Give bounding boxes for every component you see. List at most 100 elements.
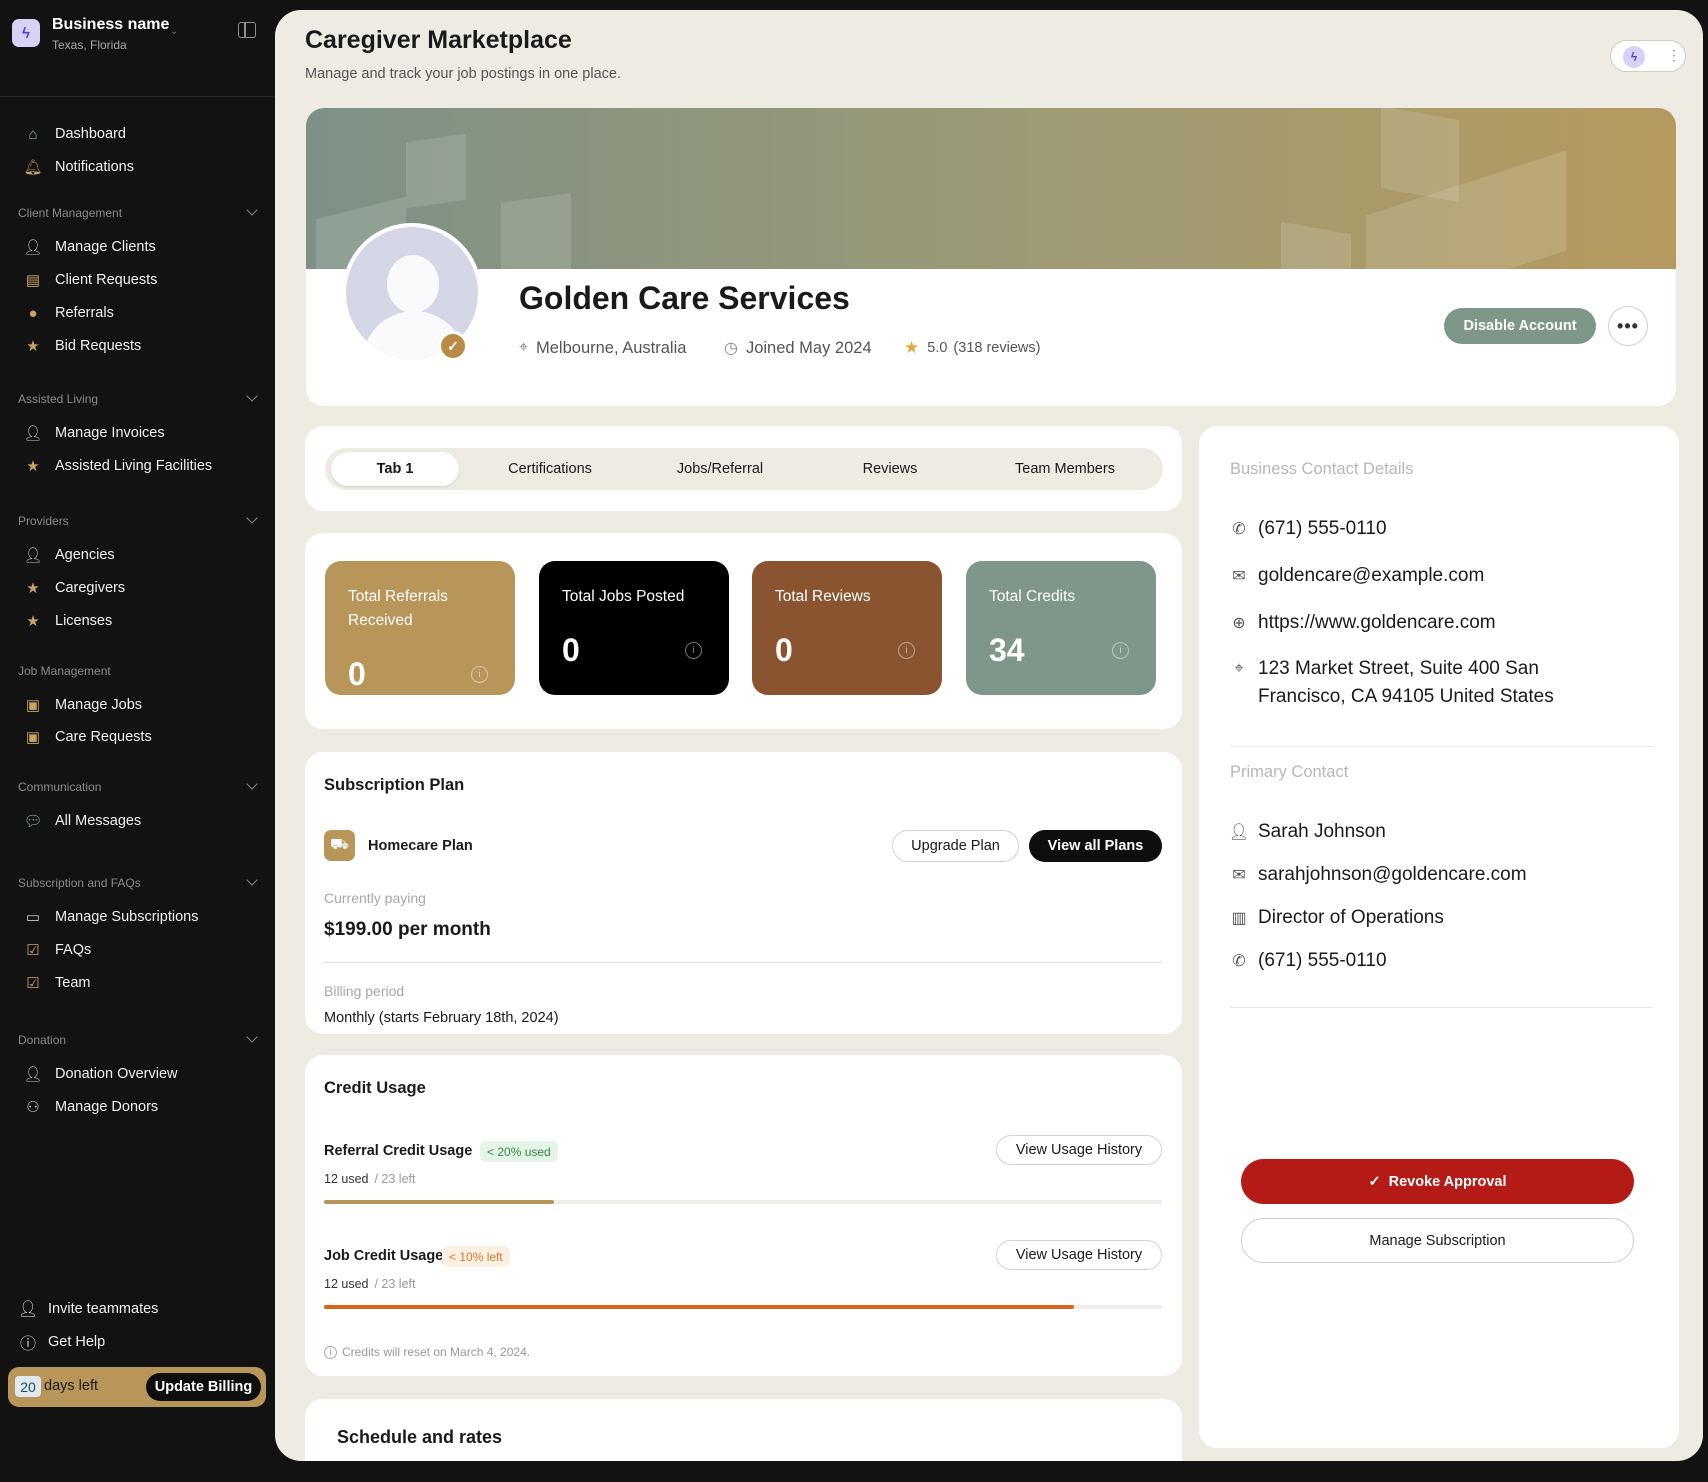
usage-count: 12 used / 23 left: [324, 1277, 415, 1291]
contact-email[interactable]: ✉ sarahjohnson@goldencare.com: [1230, 864, 1526, 886]
sidebar-item-assisted-living-facilities[interactable]: ★ Assisted Living Facilities: [24, 454, 212, 478]
location-text: Melbourne, Australia: [536, 338, 687, 357]
tab-1[interactable]: Tab 1: [331, 452, 459, 486]
sidebar-item-caregivers[interactable]: ★ Caregivers: [24, 576, 125, 600]
disable-account-button[interactable]: Disable Account: [1444, 308, 1596, 344]
sidebar-item-client-requests[interactable]: ▤ Client Requests: [24, 268, 157, 292]
sidebar-item-manage-donors[interactable]: ⚇ Manage Donors: [24, 1095, 158, 1119]
email-text: goldencare@example.com: [1258, 565, 1485, 586]
stat-value: 0: [562, 632, 580, 668]
sidebar-item-label: All Messages: [55, 813, 142, 829]
sidebar-item-label: Manage Donors: [55, 1099, 159, 1115]
referral-credit-label: Referral Credit Usage: [324, 1143, 473, 1159]
view-usage-history-button[interactable]: View Usage History: [996, 1135, 1162, 1165]
section-assisted-living: Assisted Living: [18, 392, 99, 406]
sidebar-item-manage-jobs[interactable]: ▣ Manage Jobs: [24, 693, 142, 717]
map-pin-icon: ⌖: [519, 339, 529, 356]
get-help-link[interactable]: ⓘ Get Help: [18, 1330, 105, 1354]
chevron-down-icon[interactable]: [246, 1031, 258, 1043]
sidebar-item-care-requests[interactable]: ▣ Care Requests: [24, 725, 152, 749]
info-icon[interactable]: i: [685, 642, 702, 659]
website-text: https://www.goldencare.com: [1258, 612, 1496, 633]
chevron-down-icon[interactable]: [246, 204, 258, 216]
business-contact-heading: Business Contact Details: [1230, 460, 1414, 478]
tab-reviews[interactable]: Reviews: [810, 452, 970, 486]
chevron-down-icon[interactable]: [246, 390, 258, 402]
business-email[interactable]: ✉ goldencare@example.com: [1230, 565, 1484, 587]
tab-certifications[interactable]: Certifications: [470, 452, 630, 486]
sidebar-item-label: Manage Clients: [55, 239, 156, 255]
business-website[interactable]: ⊕ https://www.goldencare.com: [1230, 612, 1496, 634]
contact-role: ▥ Director of Operations: [1230, 907, 1443, 929]
sidebar-item-agencies[interactable]: 👤︎ Agencies: [23, 543, 114, 567]
sidebar-item-manage-clients[interactable]: 👤︎ Manage Clients: [23, 235, 156, 259]
business-name: Business name: [52, 16, 170, 33]
current-price: $199.00 per month: [324, 919, 491, 940]
billing-period-label: Billing period: [324, 983, 405, 999]
sidebar-item-label: Manage Subscriptions: [55, 909, 199, 925]
revoke-label: Revoke Approval: [1388, 1173, 1507, 1190]
tabs-card: Tab 1 Certifications Jobs/Referral Revie…: [305, 426, 1182, 511]
sidebar-item-licenses[interactable]: ★ Licenses: [24, 609, 112, 633]
sidebar-item-donation-overview[interactable]: 👤︎ Donation Overview: [23, 1062, 177, 1086]
bell-icon: 🔔︎: [23, 158, 43, 176]
chevron-down-icon[interactable]: [246, 512, 258, 524]
decor-cube: [501, 193, 571, 269]
sidebar-item-bid-requests[interactable]: ★ Bid Requests: [24, 334, 141, 358]
contact-phone-text: (671) 555-0110: [1258, 950, 1387, 971]
usage-badge: < 10% left: [442, 1246, 510, 1267]
sidebar-item-faqs[interactable]: ☑ FAQs: [24, 938, 91, 962]
revoke-approval-button[interactable]: ✓ Revoke Approval: [1241, 1159, 1634, 1204]
view-all-plans-button[interactable]: View all Plans: [1029, 830, 1162, 862]
map-pin-icon: ⌖: [1234, 660, 1244, 677]
contact-phone[interactable]: ✆ (671) 555-0110: [1230, 950, 1387, 972]
contact-name: 👤︎ Sarah Johnson: [1229, 821, 1386, 843]
more-options-button[interactable]: •••: [1608, 306, 1648, 346]
users-icon: 👤︎: [23, 238, 43, 256]
decor-cube: [1281, 221, 1351, 269]
info-icon[interactable]: i: [898, 642, 915, 659]
tab-jobs-referral[interactable]: Jobs/Referral: [640, 452, 800, 486]
business-location: Texas, Florida: [52, 38, 127, 52]
view-usage-history-button[interactable]: View Usage History: [996, 1240, 1162, 1270]
sidebar-item-manage-subscriptions[interactable]: ▭ Manage Subscriptions: [24, 905, 199, 929]
divider: [324, 962, 1162, 963]
stat-total-jobs-posted: Total Jobs Posted 0 i: [539, 561, 729, 695]
stat-value: 0: [775, 632, 793, 668]
sidebar-item-team[interactable]: ☑ Team: [24, 971, 90, 995]
update-billing-button[interactable]: Update Billing: [146, 1373, 261, 1401]
sidebar-item-manage-invoices[interactable]: 👤︎ Manage Invoices: [23, 421, 164, 445]
business-phone[interactable]: ✆ (671) 555-0110: [1230, 518, 1386, 540]
sidebar-item-all-messages[interactable]: 💬︎ All Messages: [23, 809, 142, 833]
home-icon: ⌂: [28, 125, 38, 143]
sidebar-toggle-icon[interactable]: [238, 22, 256, 38]
sidebar-item-label: Referrals: [55, 305, 114, 321]
review-count: (318 reviews): [953, 340, 1041, 356]
manage-subscription-button[interactable]: Manage Subscription: [1241, 1218, 1634, 1263]
sidebar-item-dashboard[interactable]: ⌂ Dashboard: [24, 122, 125, 146]
upgrade-plan-button[interactable]: Upgrade Plan: [892, 830, 1019, 862]
chevron-down-icon[interactable]: [246, 778, 258, 790]
main-content: Caregiver Marketplace Manage and track y…: [275, 10, 1703, 1461]
users-icon: 👤︎: [23, 546, 43, 564]
business-switcher[interactable]: ϟ Business name Texas, Florida ⌄: [12, 16, 262, 60]
used-count: 12 used: [324, 1277, 369, 1291]
sidebar-item-referrals[interactable]: ● Referrals: [24, 301, 114, 325]
sidebar-item-label: Client Requests: [55, 272, 158, 288]
document-icon: ▤: [25, 271, 41, 289]
chevron-down-icon[interactable]: [246, 874, 258, 886]
info-icon[interactable]: i: [471, 666, 488, 683]
decor-cube: [406, 133, 466, 209]
sidebar-item-notifications[interactable]: 🔔︎ Notifications: [23, 155, 134, 179]
tab-team-members[interactable]: Team Members: [980, 452, 1150, 486]
account-menu[interactable]: ϟ ⋮: [1610, 40, 1686, 72]
briefcase-icon: ▣: [25, 696, 41, 714]
info-icon[interactable]: i: [1112, 642, 1129, 659]
profile-joined: ◷ Joined May 2024: [724, 337, 872, 359]
billing-period-value: Monthly (starts February 18th, 2024): [324, 1010, 559, 1026]
invite-teammates-link[interactable]: 👤︎ Invite teammates: [18, 1297, 159, 1321]
section-providers: Providers: [18, 514, 69, 528]
phone-icon: ✆: [1232, 521, 1246, 538]
schedule-card: Schedule and rates: [305, 1399, 1182, 1461]
referral-usage-progress: [324, 1200, 1162, 1204]
